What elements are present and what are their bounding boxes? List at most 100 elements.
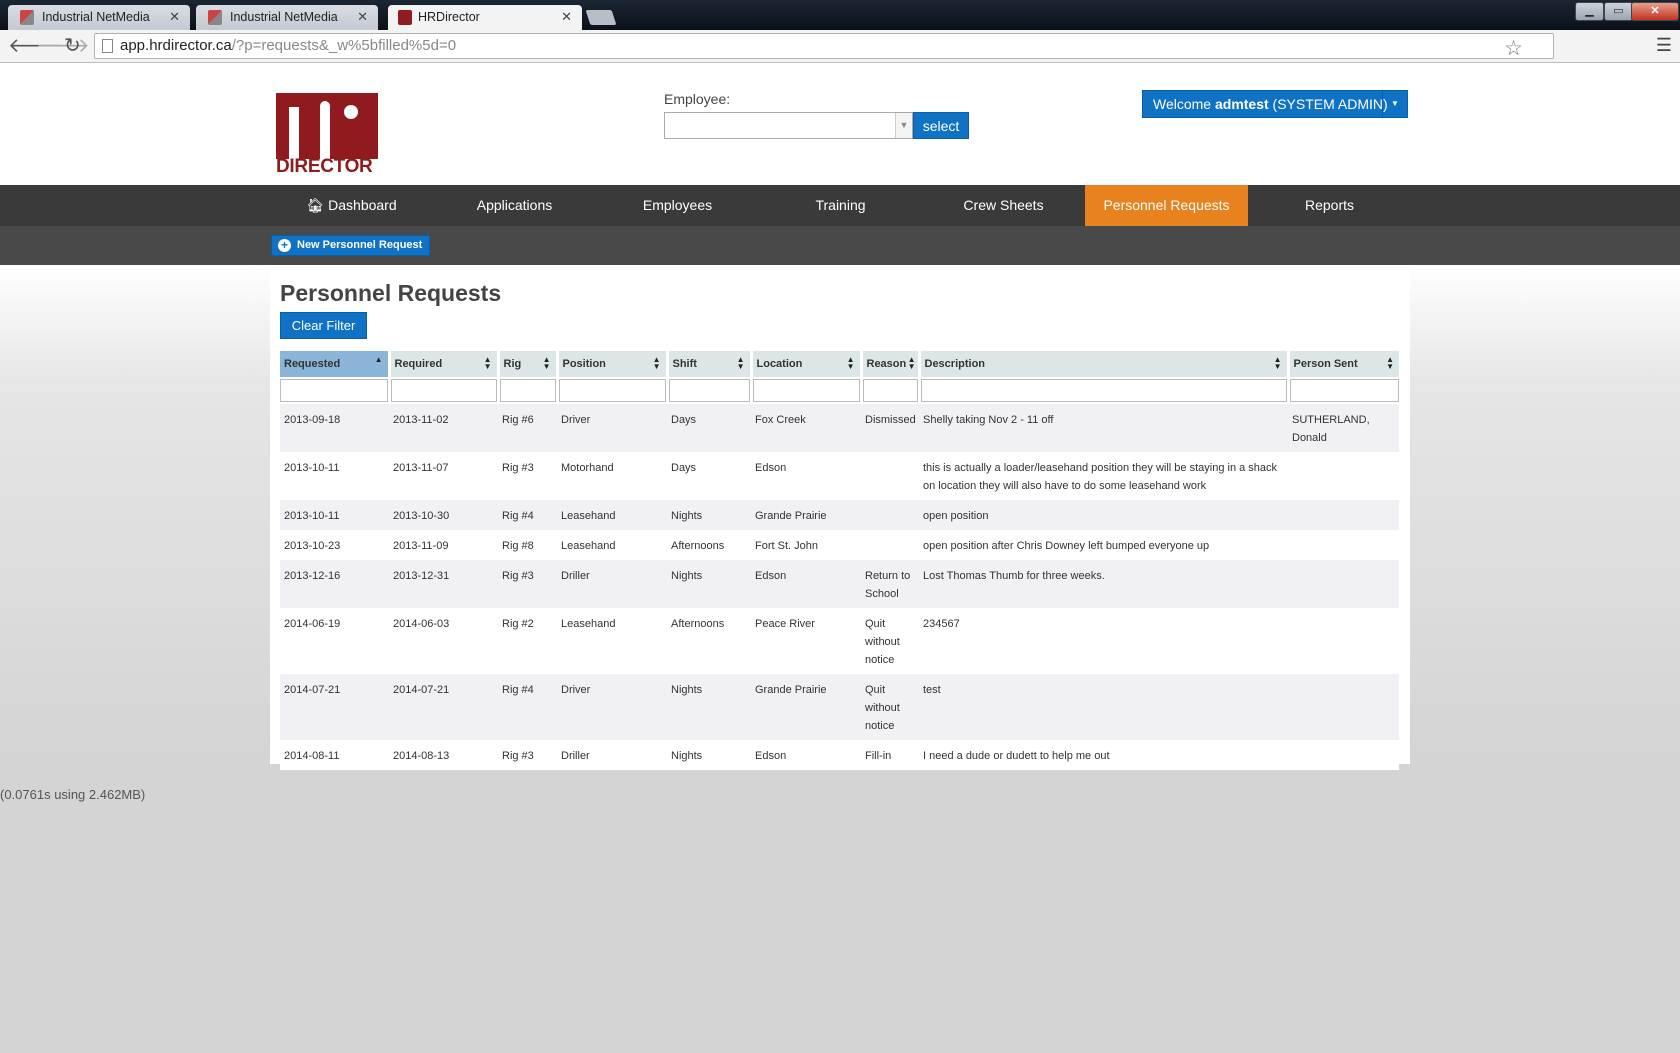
table-header-row: Requested ▲ Required ▲ ▼ Rig ▲ ▼ Position ▲ ▼ S… xyxy=(280,351,1399,377)
cell-required: 2013-11-09 xyxy=(389,530,498,560)
column-header-person-sent[interactable]: Person Sent ▲ ▼ xyxy=(1288,351,1399,377)
filter-input-reason[interactable] xyxy=(862,379,918,402)
cell-person-sent xyxy=(1288,530,1399,560)
caret-down-icon[interactable]: ▼ xyxy=(1382,91,1407,117)
table-row[interactable]: 2014-08-11 2014-08-13 Rig #3 Driller Nights E… xyxy=(280,740,1399,770)
column-header-shift[interactable]: Shift ▲ ▼ xyxy=(667,351,753,377)
browser-tabbar: Industrial NetMedia ✕ Industrial NetMedi… xyxy=(0,0,1680,30)
address-bar[interactable]: app.hrdirector.ca/?p=requests&_w%5bfille… xyxy=(94,33,1554,61)
user-menu-button[interactable]: Welcome admtest (SYSTEM ADMIN) ▼ xyxy=(1142,90,1408,118)
book-icon xyxy=(208,10,222,25)
browser-tab[interactable]: Industrial NetMedia ✕ xyxy=(196,5,378,30)
browser-tab-active[interactable]: HRDirector ✕ xyxy=(388,5,582,30)
restore-window-button[interactable]: ▭ xyxy=(1604,2,1633,21)
cell-reason: Return to School xyxy=(861,560,919,608)
cell-reason xyxy=(861,530,919,560)
tab-title: Industrial NetMedia xyxy=(42,10,150,24)
page-icon xyxy=(102,39,113,53)
filter-input-shift[interactable] xyxy=(668,379,750,402)
forward-icon[interactable]: 🡒 xyxy=(36,34,90,58)
new-personnel-request-button[interactable]: + New Personnel Request xyxy=(271,235,431,256)
cell-rig: Rig #8 xyxy=(498,530,557,560)
cell-person-sent xyxy=(1288,500,1399,530)
filter-input-person-sent[interactable] xyxy=(1289,379,1399,402)
table-row[interactable]: 2013-10-11 2013-11-07 Rig #3 Motorhand Days E… xyxy=(280,452,1399,500)
cell-required: 2013-10-30 xyxy=(389,500,498,530)
sort-icon: ▲ ▼ xyxy=(736,355,745,371)
chevron-down-icon[interactable]: ▼ xyxy=(895,113,912,138)
table-row[interactable]: 2014-06-19 2014-06-03 Rig #2 Leasehand After… xyxy=(280,608,1399,674)
bookmark-star-icon[interactable]: ☆ xyxy=(1504,36,1523,61)
cell-shift: Nights xyxy=(667,674,751,740)
column-header-reason[interactable]: Reason ▲ ▼ xyxy=(861,351,921,377)
nav-personnel-requests[interactable]: Personnel Requests xyxy=(1085,185,1248,226)
cell-requested: 2013-10-11 xyxy=(280,500,389,530)
cell-required: 2013-11-07 xyxy=(389,452,498,500)
column-header-description[interactable]: Description ▲ ▼ xyxy=(919,351,1290,377)
cell-position: Motorhand xyxy=(557,452,667,500)
table-body: 2013-09-18 2013-11-02 Rig #6 Driver Days Fox … xyxy=(280,404,1399,770)
filter-input-rig[interactable] xyxy=(499,379,556,402)
cell-description: Shelly taking Nov 2 - 11 off xyxy=(919,404,1288,452)
filter-input-location[interactable] xyxy=(752,379,860,402)
filter-row xyxy=(280,377,1399,404)
table-row[interactable]: 2013-10-23 2013-11-09 Rig #8 Leasehand After… xyxy=(280,530,1399,560)
cell-required: 2013-12-31 xyxy=(389,560,498,608)
close-tab-icon[interactable]: ✕ xyxy=(357,9,368,25)
close-window-button[interactable]: ✕ xyxy=(1631,2,1679,21)
cell-description: I need a dude or dudett to help me out xyxy=(919,740,1288,770)
cell-shift: Nights xyxy=(667,560,751,608)
column-header-required[interactable]: Required ▲ ▼ xyxy=(389,351,500,377)
nav-training[interactable]: Training xyxy=(759,185,922,226)
cell-position: Leasehand xyxy=(557,500,667,530)
employee-select[interactable]: ▼ xyxy=(664,112,913,139)
column-header-position[interactable]: Position ▲ ▼ xyxy=(557,351,669,377)
nav-dashboard[interactable]: 🏠︎ Dashboard xyxy=(270,185,433,226)
hrdirector-logo[interactable]: DIRECTOR xyxy=(276,93,378,179)
nav-reports[interactable]: Reports xyxy=(1248,185,1411,226)
cell-location: Peace River xyxy=(751,608,861,674)
browser-tab[interactable]: Industrial NetMedia ✕ xyxy=(8,5,190,30)
nav-employees[interactable]: Employees xyxy=(596,185,759,226)
close-tab-icon[interactable]: ✕ xyxy=(169,9,180,25)
browser-menu-icon[interactable]: ☰ xyxy=(1656,35,1672,56)
table-row[interactable]: 2013-09-18 2013-11-02 Rig #6 Driver Days Fox … xyxy=(280,404,1399,452)
filter-input-position[interactable] xyxy=(558,379,666,402)
clear-filter-button[interactable]: Clear Filter xyxy=(280,312,367,339)
cell-location: Fort St. John xyxy=(751,530,861,560)
sort-icon: ▲ ▼ xyxy=(1386,355,1394,371)
cell-position: Driver xyxy=(557,404,667,452)
nav-crew-sheets[interactable]: Crew Sheets xyxy=(922,185,1085,226)
sort-icon: ▲ ▼ xyxy=(652,355,661,371)
cell-required: 2013-11-02 xyxy=(389,404,498,452)
filter-input-description[interactable] xyxy=(920,379,1287,402)
book-icon xyxy=(20,10,34,25)
cell-required: 2014-06-03 xyxy=(389,608,498,674)
cell-rig: Rig #4 xyxy=(498,500,557,530)
table-row[interactable]: 2013-10-11 2013-10-30 Rig #4 Leasehand Night… xyxy=(280,500,1399,530)
column-header-requested[interactable]: Requested ▲ xyxy=(280,351,391,377)
nav-applications[interactable]: Applications xyxy=(433,185,596,226)
minimize-window-button[interactable]: ▁ xyxy=(1575,2,1604,21)
hrdirector-icon xyxy=(398,10,412,25)
select-employee-button[interactable]: select xyxy=(913,112,969,139)
close-tab-icon[interactable]: ✕ xyxy=(561,9,572,25)
cell-required: 2014-08-13 xyxy=(389,740,498,770)
logo-text: DIRECTOR xyxy=(276,156,373,177)
home-icon: 🏠︎ xyxy=(306,197,325,213)
new-tab-button[interactable] xyxy=(585,10,617,25)
cell-position: Leasehand xyxy=(557,608,667,674)
cell-required: 2014-07-21 xyxy=(389,674,498,740)
cell-description: test xyxy=(919,674,1288,740)
column-header-rig[interactable]: Rig ▲ ▼ xyxy=(498,351,559,377)
column-header-location[interactable]: Location ▲ ▼ xyxy=(751,351,863,377)
table-row[interactable]: 2013-12-16 2013-12-31 Rig #3 Driller Nights E… xyxy=(280,560,1399,608)
cell-reason xyxy=(861,500,919,530)
employee-label: Employee: xyxy=(664,91,731,107)
table-row[interactable]: 2014-07-21 2014-07-21 Rig #4 Driver Nights Gr… xyxy=(280,674,1399,740)
filter-input-required[interactable] xyxy=(390,379,497,402)
reload-icon[interactable]: ↻ xyxy=(64,34,81,58)
personnel-requests-table: Requested ▲ Required ▲ ▼ Rig ▲ ▼ Position ▲ ▼ S… xyxy=(280,351,1399,770)
filter-input-requested[interactable] xyxy=(280,379,388,402)
cell-shift: Nights xyxy=(667,500,751,530)
